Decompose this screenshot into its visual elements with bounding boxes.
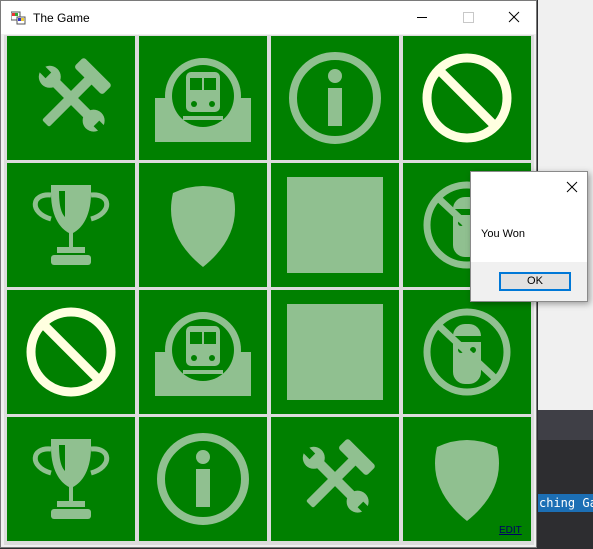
square-icon — [287, 304, 383, 400]
app-icon — [11, 11, 26, 25]
close-button[interactable] — [491, 1, 537, 34]
message-footer: OK — [471, 262, 587, 301]
game-tile[interactable] — [7, 417, 135, 541]
game-tile[interactable] — [271, 163, 399, 287]
info-icon — [289, 52, 381, 144]
ide-document-tab[interactable]: ching Ga — [538, 494, 593, 512]
title-bar[interactable]: The Game — [1, 1, 536, 34]
game-tile[interactable] — [271, 290, 399, 414]
message-box: You Won OK — [470, 171, 588, 302]
game-tile[interactable] — [403, 417, 531, 541]
game-tile[interactable] — [139, 163, 267, 287]
ide-background-bottom — [538, 512, 593, 549]
trophy-icon — [32, 439, 110, 519]
game-tile[interactable] — [139, 290, 267, 414]
game-tile[interactable] — [403, 36, 531, 160]
window-title: The Game — [33, 11, 90, 25]
tools-icon — [301, 439, 375, 516]
info-icon — [157, 433, 249, 525]
game-tile[interactable] — [7, 163, 135, 287]
close-icon[interactable] — [561, 176, 583, 198]
game-tile[interactable] — [271, 36, 399, 160]
game-board — [4, 35, 534, 545]
game-tile[interactable] — [403, 290, 531, 414]
trophy-icon — [32, 185, 110, 265]
train-icon — [155, 58, 251, 142]
maximize-button[interactable] — [445, 1, 491, 34]
tools-icon — [37, 58, 111, 135]
message-text: You Won — [481, 228, 526, 240]
game-tile[interactable] — [271, 417, 399, 541]
game-tile[interactable] — [139, 36, 267, 160]
no-smoking-man-icon — [423, 308, 511, 396]
game-tile[interactable] — [139, 417, 267, 541]
shield-icon — [171, 186, 235, 267]
game-window: The Game EDIT — [0, 0, 537, 548]
no-entry-icon — [26, 307, 116, 397]
game-tile[interactable] — [7, 290, 135, 414]
ok-button[interactable]: OK — [499, 272, 571, 291]
square-icon — [287, 177, 383, 273]
train-icon — [155, 312, 251, 396]
no-entry-icon — [422, 53, 512, 143]
game-tile[interactable] — [7, 36, 135, 160]
shield-icon — [435, 440, 499, 521]
minimize-button[interactable] — [399, 1, 445, 34]
ide-background-area — [538, 440, 593, 490]
edit-link[interactable]: EDIT — [499, 525, 522, 537]
ide-background-bar — [538, 410, 593, 440]
